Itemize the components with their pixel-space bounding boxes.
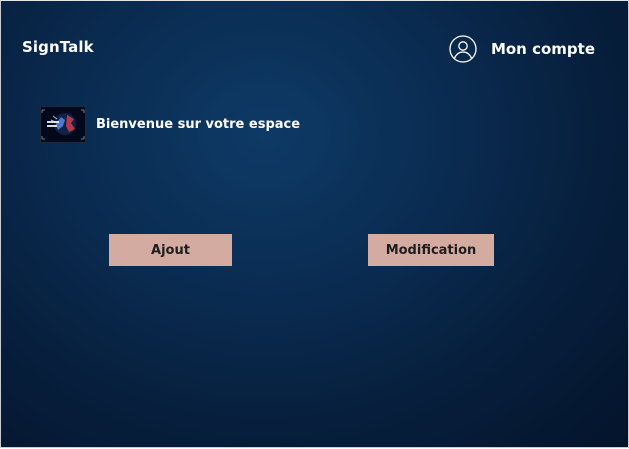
welcome-message: Bienvenue sur votre espace: [96, 117, 301, 132]
brand-title: SignTalk: [22, 38, 94, 56]
account-label: Mon compte: [490, 40, 595, 58]
user-circle-icon: [449, 35, 477, 63]
modify-button[interactable]: Modification: [368, 234, 494, 266]
account-menu[interactable]: Mon compte: [449, 35, 595, 63]
app-window: SignTalk Mon compte Bienvenue sur votre …: [0, 0, 629, 448]
add-button[interactable]: Ajout: [109, 234, 232, 266]
welcome-section: Bienvenue sur votre espace: [40, 106, 300, 143]
signtalk-logo-icon: [40, 106, 86, 143]
